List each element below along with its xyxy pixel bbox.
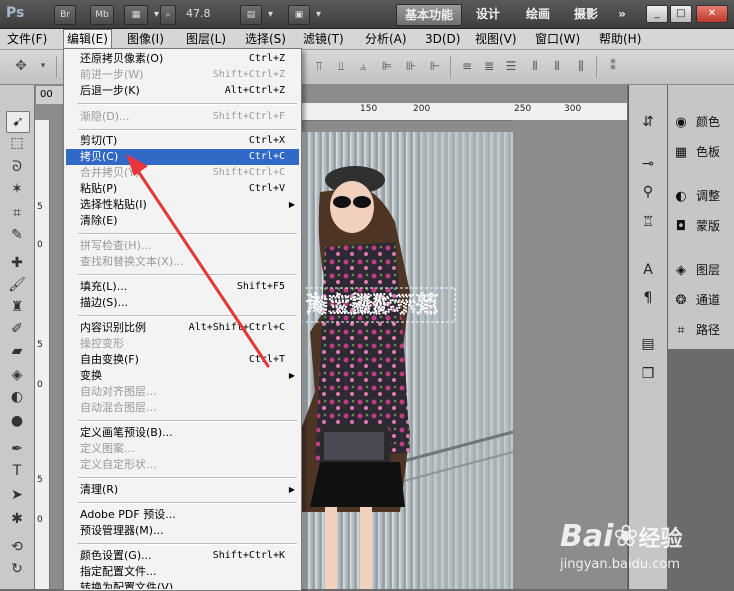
watermark-url: jingyan.baidu.com: [560, 557, 680, 572]
baidu-watermark: Bai❀经验 jingyan.baidu.com: [560, 520, 730, 582]
watermark-brand: Bai: [560, 519, 614, 554]
annotation-arrow: [126, 154, 270, 368]
paw-icon: ❀: [613, 519, 639, 554]
watermark-brand-cn: 经验: [638, 527, 683, 552]
